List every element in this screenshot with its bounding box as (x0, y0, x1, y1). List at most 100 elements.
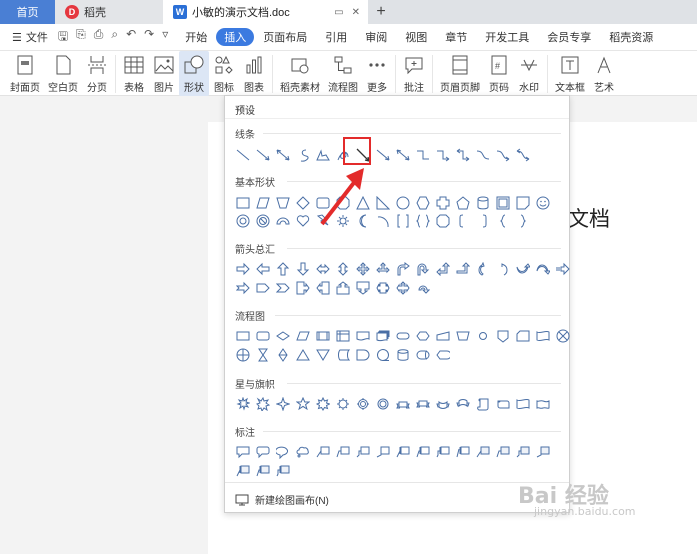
elbow-connector-shape[interactable] (413, 146, 432, 164)
star-16-point-shape[interactable] (333, 395, 352, 413)
right-arrow-callout-shape[interactable] (293, 279, 312, 297)
customize-icon[interactable]: ▿ (162, 27, 168, 48)
flowchart-terminator-shape[interactable] (393, 327, 412, 345)
down-ribbon-shape[interactable] (413, 395, 432, 413)
flowchart-magnetic-disk-shape[interactable] (393, 346, 412, 364)
star-8-point-shape[interactable] (313, 395, 332, 413)
circular-arrow-shape[interactable] (413, 279, 432, 297)
flowchart-direct-access-storage-shape[interactable] (413, 346, 432, 364)
flowchart-card-shape[interactable] (513, 327, 532, 345)
up-ribbon-shape[interactable] (393, 395, 412, 413)
flowchart-document-shape[interactable] (353, 327, 372, 345)
file-menu[interactable]: ☰ 文件 (0, 29, 58, 45)
elbow-connector-arrow-shape[interactable] (433, 146, 452, 164)
curved-up-arrow-shape[interactable] (513, 260, 532, 278)
flowchart-extract-shape[interactable] (293, 346, 312, 364)
curved-connector-double-shape[interactable] (513, 146, 532, 164)
watermark-button[interactable]: 水印 (514, 51, 544, 96)
smiley-shape[interactable] (533, 194, 552, 212)
flowchart-punched-tape-shape[interactable] (533, 327, 552, 345)
daoke-materials-button[interactable]: 稻壳素材 (276, 51, 324, 96)
accent-callout-4-shape[interactable] (453, 443, 472, 461)
parallelogram-shape[interactable] (253, 194, 272, 212)
left-bracket-shape[interactable] (453, 212, 472, 230)
star-24-point-shape[interactable] (353, 395, 372, 413)
double-bracket-shape[interactable] (393, 212, 412, 230)
flowchart-manual-input-shape[interactable] (433, 327, 452, 345)
left-arrow-callout-shape[interactable] (313, 279, 332, 297)
undo-icon[interactable]: ↶ (126, 27, 136, 48)
export-pdf-icon[interactable]: ⎘ (76, 27, 86, 48)
flowchart-display-shape[interactable] (433, 346, 452, 364)
can-shape[interactable] (473, 194, 492, 212)
accent-border-callout-1-shape[interactable] (233, 462, 252, 480)
accent-callout-3-shape[interactable] (433, 443, 452, 461)
notched-right-arrow-shape[interactable] (233, 279, 252, 297)
left-brace-shape[interactable] (493, 212, 512, 230)
cloud-callout-shape[interactable] (293, 443, 312, 461)
double-wave-shape[interactable] (533, 395, 552, 413)
tab-pin-icon[interactable]: ▭ (334, 7, 343, 18)
blank-page-button[interactable]: 空白页 (44, 51, 82, 96)
quad-arrow-shape[interactable] (353, 260, 372, 278)
no-symbol-shape[interactable] (253, 212, 272, 230)
curve-shape[interactable] (293, 146, 312, 164)
print-icon[interactable]: ⎙ (94, 27, 104, 48)
horizontal-scroll-shape[interactable] (493, 395, 512, 413)
curved-up-ribbon-shape[interactable] (433, 395, 452, 413)
flowchart-decision-shape[interactable] (273, 327, 292, 345)
left-arrow-shape[interactable] (253, 260, 272, 278)
flowchart-sequential-storage-shape[interactable] (373, 346, 392, 364)
curved-down-ribbon-shape[interactable] (453, 395, 472, 413)
arrow-line-shape[interactable] (253, 146, 272, 164)
tab-home[interactable]: 首页 (0, 0, 55, 24)
plaque-shape[interactable] (433, 212, 452, 230)
pentagon-shape[interactable] (453, 194, 472, 212)
up-arrow-shape[interactable] (273, 260, 292, 278)
line-callout-1-shape[interactable] (313, 443, 332, 461)
curved-connector-arrow-shape[interactable] (493, 146, 512, 164)
up-down-arrow-shape[interactable] (333, 260, 352, 278)
wordart-button[interactable]: 艺术 (589, 51, 619, 96)
left-right-arrow-shape[interactable] (313, 260, 332, 278)
menu-references[interactable]: 引用 (316, 28, 356, 46)
straight-connector-double-shape[interactable] (393, 146, 412, 164)
shapes-button[interactable]: 形状 (179, 51, 209, 96)
block-arc-shape[interactable] (273, 212, 292, 230)
rectangle-shape[interactable] (233, 194, 252, 212)
oval-callout-shape[interactable] (273, 443, 292, 461)
flowchart-merge-shape[interactable] (313, 346, 332, 364)
menu-daoke-resources[interactable]: 稻壳资源 (600, 28, 662, 46)
explosion-2-shape[interactable] (253, 395, 272, 413)
cover-page-button[interactable]: 封面页 (6, 51, 44, 96)
ellipse-shape[interactable] (393, 194, 412, 212)
striped-right-arrow-shape[interactable] (553, 260, 572, 278)
flowchart-preparation-shape[interactable] (413, 327, 432, 345)
flowchart-connector-shape[interactable] (473, 327, 492, 345)
wave-shape[interactable] (513, 395, 532, 413)
double-arrow-line-shape[interactable] (273, 146, 292, 164)
curved-right-arrow-shape[interactable] (473, 260, 492, 278)
tab-close-icon[interactable]: ✕ (352, 7, 360, 18)
chart-button[interactable]: 图表 (239, 51, 269, 96)
flowchart-summing-junction-shape[interactable] (553, 327, 572, 345)
flowchart-delay-shape[interactable] (353, 346, 372, 364)
left-right-up-arrow-shape[interactable] (373, 260, 392, 278)
more-button[interactable]: 更多 (362, 51, 392, 96)
menu-page-layout[interactable]: 页面布局 (254, 28, 316, 46)
redo-icon[interactable]: ↷ (144, 27, 154, 48)
line-callout-3-shape[interactable] (353, 443, 372, 461)
icons-button[interactable]: 图标 (209, 51, 239, 96)
tab-daoke[interactable]: D 稻壳 (55, 0, 163, 24)
chevron-shape[interactable] (273, 279, 292, 297)
folded-corner-shape[interactable] (513, 194, 532, 212)
comment-button[interactable]: 批注 (399, 51, 429, 96)
vertical-scroll-shape[interactable] (473, 395, 492, 413)
heart-shape[interactable] (293, 212, 312, 230)
menu-developer[interactable]: 开发工具 (476, 28, 538, 46)
flowchart-manual-operation-shape[interactable] (453, 327, 472, 345)
textbox-button[interactable]: 文本框 (551, 51, 589, 96)
flowchart-button[interactable]: 流程图 (324, 51, 362, 96)
up-arrow-callout-shape[interactable] (333, 279, 352, 297)
picture-button[interactable]: 图片 (149, 51, 179, 96)
